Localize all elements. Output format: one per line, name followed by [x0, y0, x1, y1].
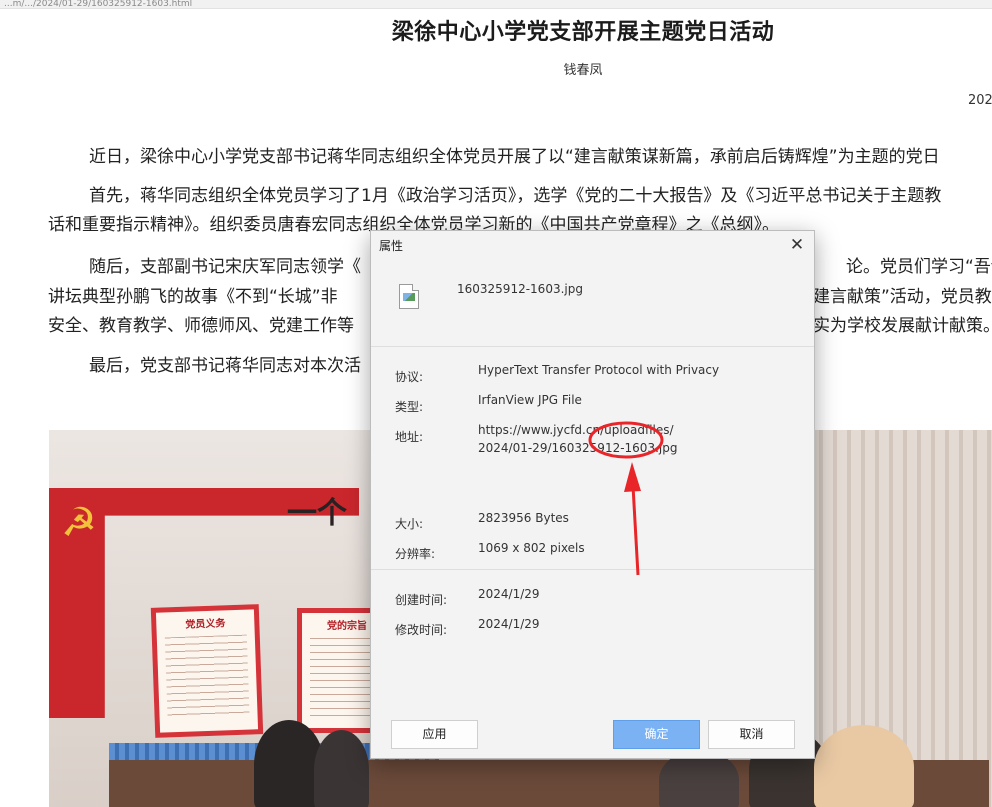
- photo-slogan: 一个: [287, 496, 347, 531]
- ok-button[interactable]: 确定: [613, 720, 700, 749]
- image-file-icon: [399, 284, 419, 309]
- article-paragraph-2: 首先，蒋华同志组织全体党员学习了1月《政治学习活页》，选学《党的二十大报告》及《…: [89, 186, 942, 206]
- photo-person-2: [314, 730, 369, 807]
- browser-url-strip[interactable]: ...m/.../2024/01-29/160325912-1603.html: [0, 0, 992, 9]
- address-value-line-2: 2024/01-29/160325912-1603.jpg: [478, 441, 678, 455]
- board-1-text-lines: [164, 634, 250, 718]
- photo-board-1: 党员义务: [150, 604, 264, 738]
- file-name: 160325912-1603.jpg: [457, 282, 583, 296]
- divider-1: [371, 346, 814, 347]
- properties-dialog[interactable]: 属性 ✕ 160325912-1603.jpg 协议: HyperText Tr…: [370, 230, 815, 759]
- modified-value: 2024/1/29: [478, 617, 540, 631]
- dialog-titlebar[interactable]: 属性 ✕: [371, 231, 814, 259]
- dialog-title: 属性: [379, 239, 404, 253]
- article-paragraph-3-right: 论。党员们学习“吾论: [846, 257, 992, 277]
- article-author: 钱春凤: [563, 63, 603, 78]
- modified-label: 修改时间:: [395, 623, 448, 637]
- type-label: 类型:: [395, 400, 424, 414]
- cancel-button[interactable]: 取消: [708, 720, 795, 749]
- photo-person-5: [814, 725, 914, 807]
- board-1-title: 党员义务: [185, 618, 226, 631]
- resolution-label: 分辨率:: [395, 547, 436, 561]
- article-paragraph-1: 近日，梁徐中心小学党支部书记蒋华同志组织全体党员开展了以“建言献策谋新篇，承前启…: [89, 147, 940, 167]
- size-label: 大小:: [395, 517, 424, 531]
- created-value: 2024/1/29: [478, 587, 540, 601]
- type-value: IrfanView JPG File: [478, 393, 582, 407]
- protocol-label: 协议:: [395, 370, 424, 384]
- size-value: 2823956 Bytes: [478, 511, 569, 525]
- address-label: 地址:: [395, 430, 424, 444]
- resolution-value: 1069 x 802 pixels: [478, 541, 585, 555]
- article-paragraph-3c-right: 实为学校发展献计献策。: [813, 316, 992, 336]
- apply-button[interactable]: 应用: [391, 720, 478, 749]
- article-paragraph-3b-right: 建言献策”活动，党员教: [813, 287, 992, 307]
- party-emblem-icon: ☭: [61, 500, 97, 546]
- article-date: 202: [968, 93, 992, 108]
- divider-2: [371, 569, 814, 570]
- address-value-line-1: https://www.jycfd.cn/uploadfiles/: [478, 423, 674, 437]
- protocol-value: HyperText Transfer Protocol with Privacy: [478, 363, 720, 377]
- article-title: 梁徐中心小学党支部开展主题党日活动: [391, 20, 775, 45]
- created-label: 创建时间:: [395, 593, 448, 607]
- close-icon[interactable]: ✕: [786, 234, 808, 256]
